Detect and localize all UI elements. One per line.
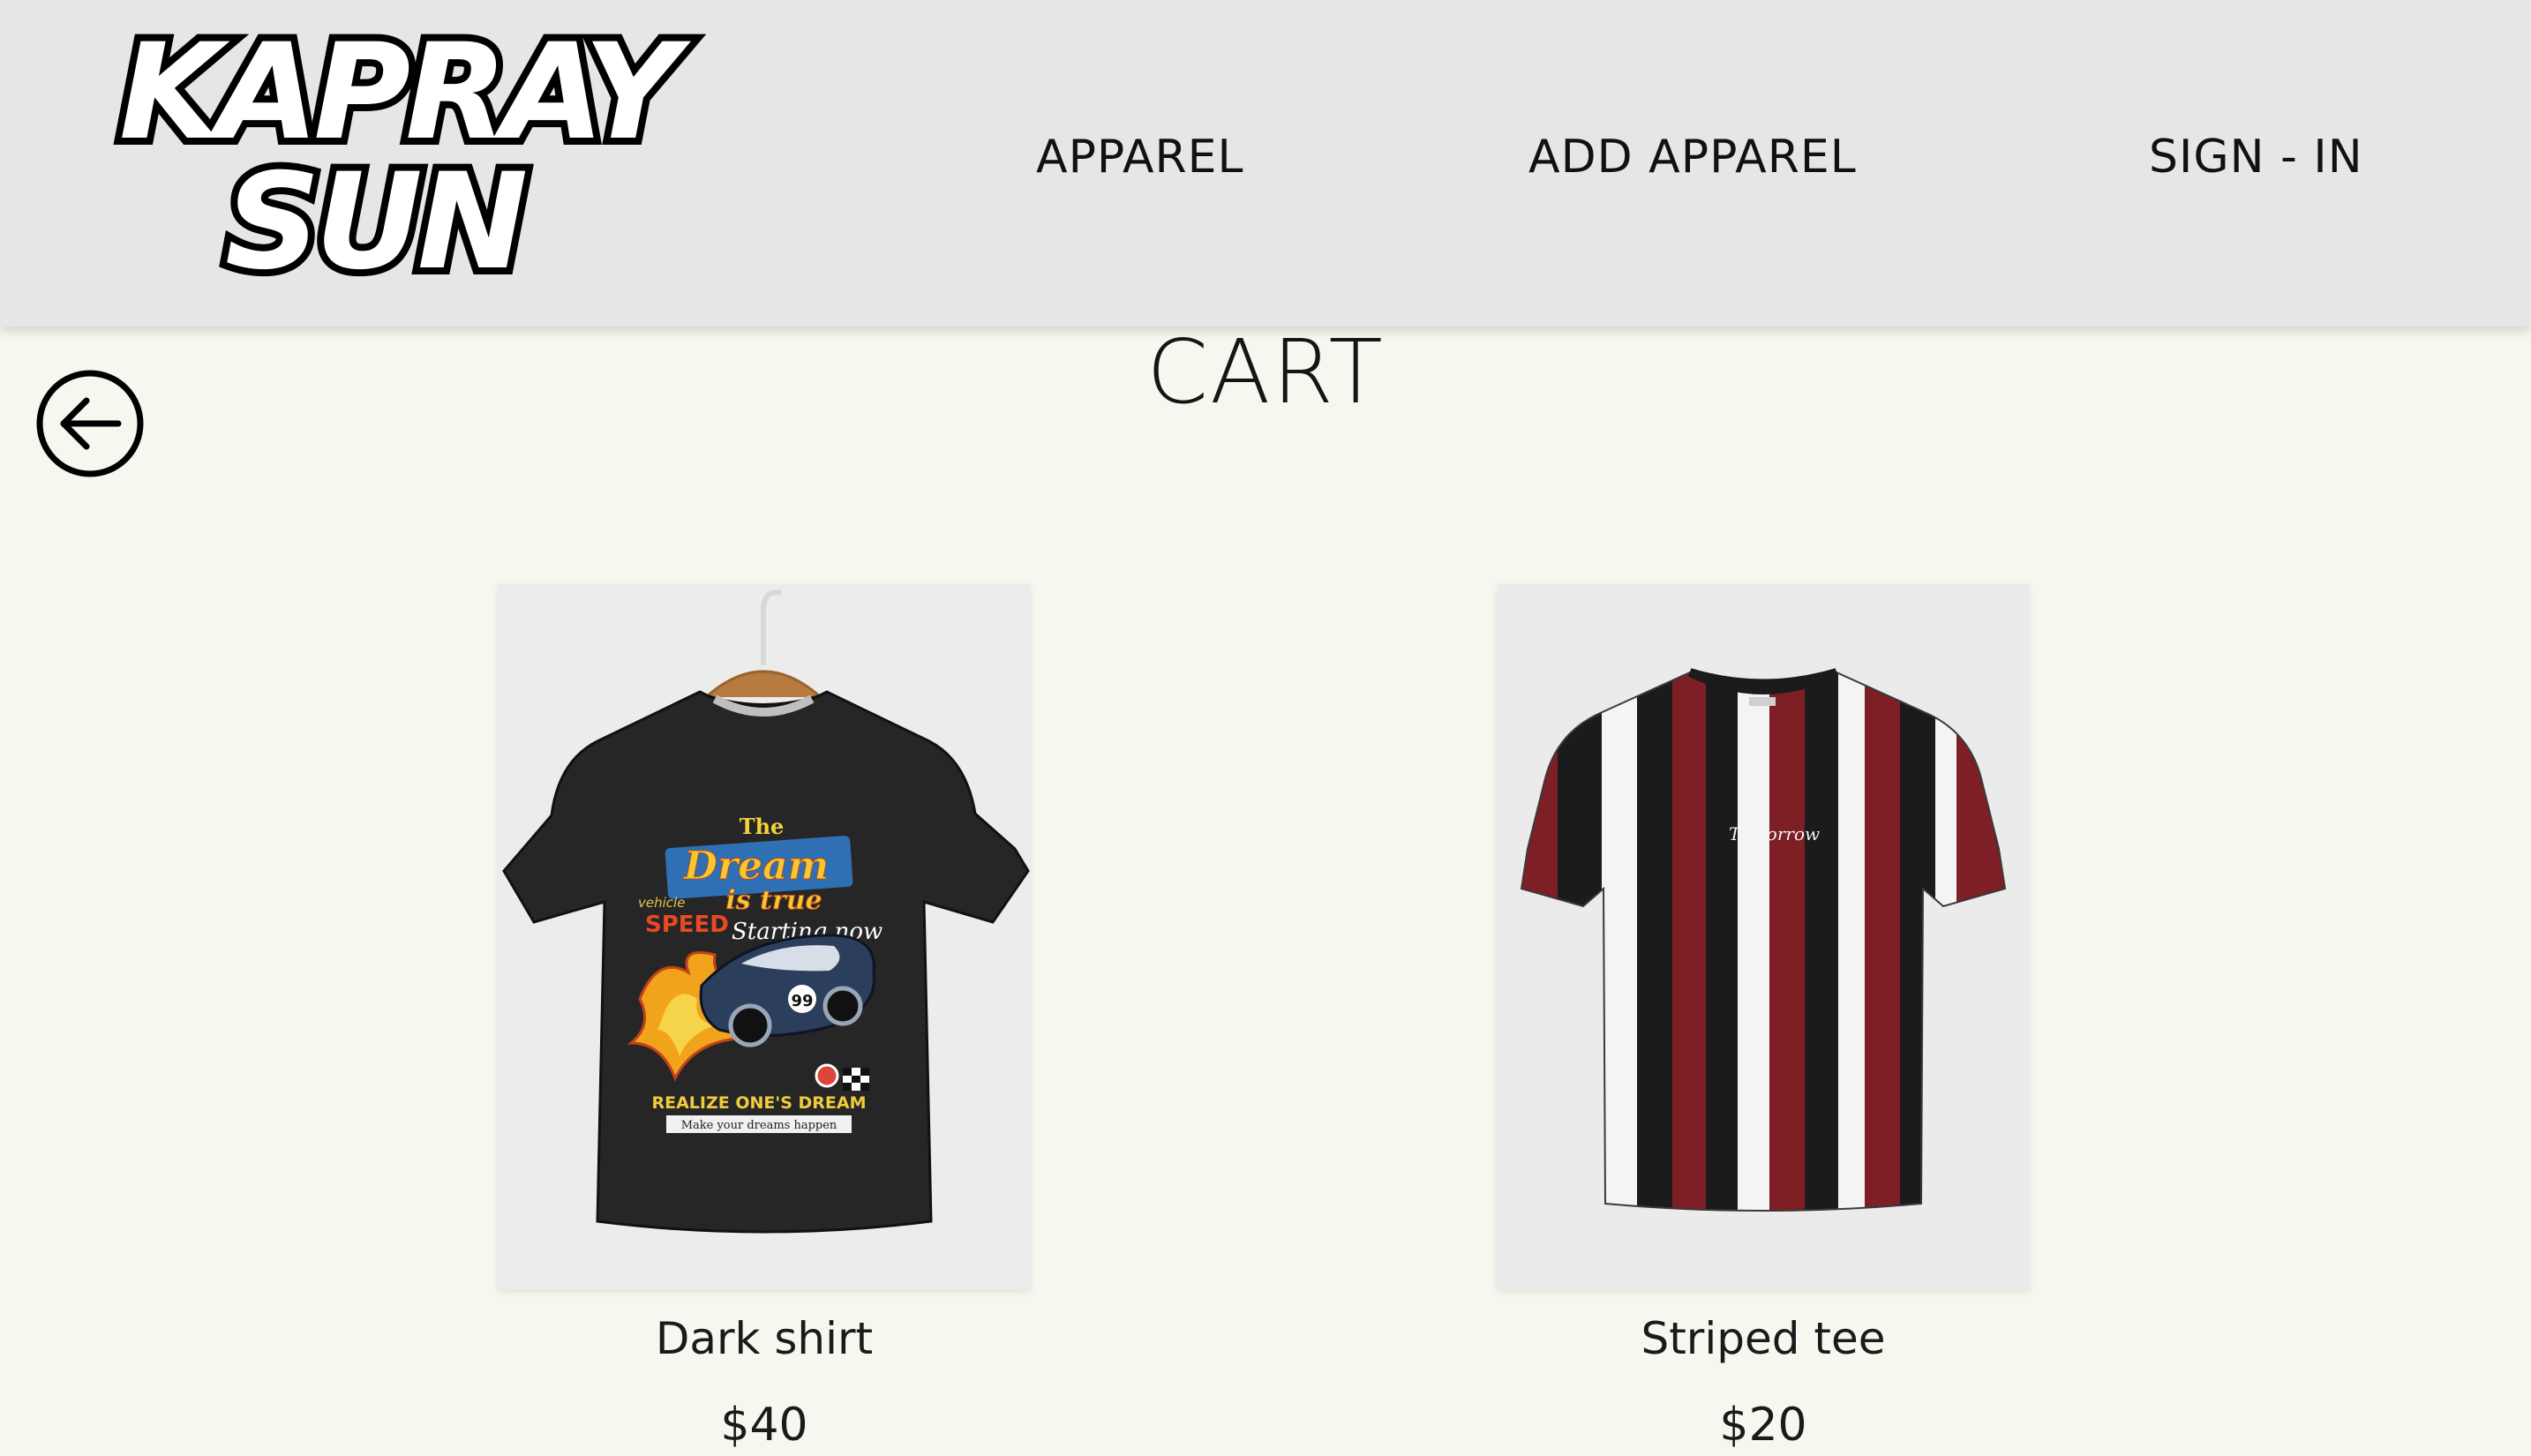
dark-shirt-image: The Dream is true vehicle SPEED Starting… — [499, 584, 1030, 1290]
nav-sign-in-link[interactable]: SIGN - IN — [2149, 126, 2363, 188]
product-name: Dark shirt — [655, 1313, 874, 1364]
back-button[interactable] — [35, 369, 145, 478]
product-price: $40 — [720, 1399, 808, 1452]
cart-item: Tomorrow Striped tee $20 — [1498, 584, 2029, 1452]
product-price: $20 — [1719, 1399, 1807, 1452]
print-line-1: The — [740, 814, 785, 839]
print-line-2: Dream — [682, 844, 829, 889]
site-header: KAPRAY SUN APPAREL ADD APPAREL SIGN - IN — [0, 0, 2531, 326]
print-badge-2: SPEED — [645, 912, 729, 938]
print-line-6: Make your dreams happen — [681, 1119, 837, 1132]
print-line-5: REALIZE ONE'S DREAM — [651, 1093, 866, 1113]
cart-item: The Dream is true vehicle SPEED Starting… — [499, 584, 1030, 1452]
print-number: 99 — [791, 992, 813, 1010]
page-title: CART — [1146, 320, 1385, 424]
striped-tee-image: Tomorrow — [1498, 584, 2029, 1290]
nav-apparel-link[interactable]: APPAREL — [1036, 126, 1244, 188]
logo-line-2: SUN — [225, 146, 526, 289]
nav-add-apparel-link[interactable]: ADD APPAREL — [1528, 126, 1857, 188]
brand-logo[interactable]: KAPRAY SUN — [110, 16, 737, 289]
product-image[interactable]: Tomorrow — [1498, 584, 2029, 1290]
product-name: Striped tee — [1641, 1313, 1886, 1364]
print-line-3: is true — [725, 885, 822, 916]
print-signature: Tomorrow — [1729, 823, 1820, 844]
arrow-left-circle-icon — [36, 370, 144, 477]
print-badge: vehicle — [638, 895, 685, 911]
product-image[interactable]: The Dream is true vehicle SPEED Starting… — [499, 584, 1030, 1290]
